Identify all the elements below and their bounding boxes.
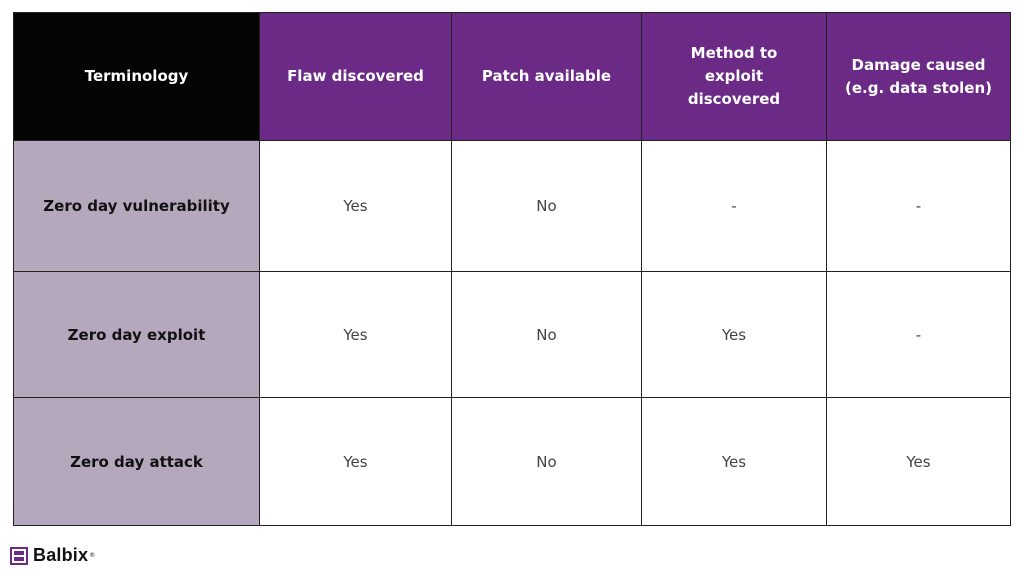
header-method-to-exploit: Method to exploit discovered [641,12,827,141]
table-row: Zero day vulnerability Yes No - - [13,140,1011,272]
header-patch-available: Patch available [451,12,642,141]
cell-patch-available: No [451,397,642,526]
cell-damage-caused: - [826,271,1011,398]
row-term: Zero day vulnerability [13,140,260,272]
header-damage-caused: Damage caused (e.g. data stolen) [826,12,1011,141]
cell-flaw-discovered: Yes [259,271,452,398]
balbix-logo-icon [10,546,28,565]
cell-method-to-exploit: - [641,140,827,272]
logo-text: Balbix [33,545,89,565]
header-method-text: Method to exploit discovered [687,44,781,108]
cell-damage-caused: - [826,140,1011,272]
table-row: Zero day attack Yes No Yes Yes [13,397,1011,526]
cell-patch-available: No [451,271,642,398]
cell-method-to-exploit: Yes [641,271,827,398]
cell-damage-caused: Yes [826,397,1011,526]
cell-method-to-exploit: Yes [641,397,827,526]
cell-patch-available: No [451,140,642,272]
header-flaw-discovered: Flaw discovered [259,12,452,141]
row-term: Zero day exploit [13,271,260,398]
balbix-logo: Balbix ® [10,545,95,566]
terminology-table: Terminology Flaw discovered Patch availa… [13,12,1011,526]
cell-flaw-discovered: Yes [259,140,452,272]
header-damage-text: Damage caused (e.g. data stolen) [844,55,992,97]
table-row: Zero day exploit Yes No Yes - [13,271,1011,398]
header-row: Terminology Flaw discovered Patch availa… [13,12,1011,141]
registered-mark: ® [89,552,96,559]
cell-flaw-discovered: Yes [259,397,452,526]
row-term: Zero day attack [13,397,260,526]
header-terminology: Terminology [13,12,260,141]
